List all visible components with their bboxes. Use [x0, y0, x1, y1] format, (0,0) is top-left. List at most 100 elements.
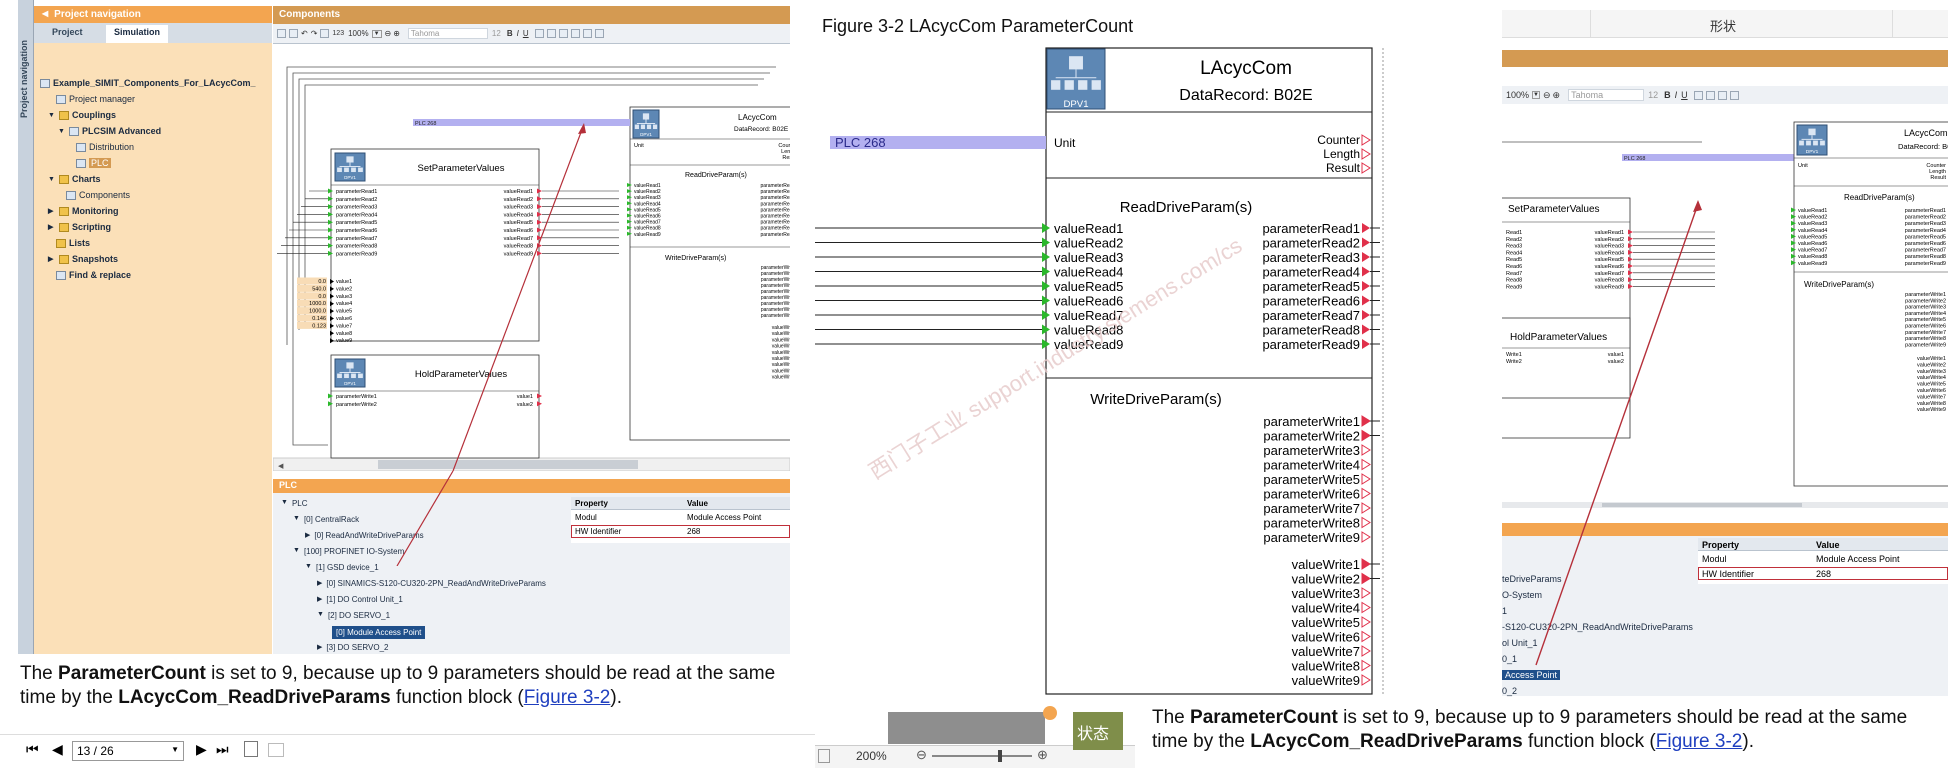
tree-expand-icon[interactable]: ▼	[48, 112, 56, 119]
plc-expand-icon[interactable]: ▶	[317, 595, 322, 604]
plc-expand-icon[interactable]: ▶	[317, 643, 322, 652]
line-style-icon[interactable]	[570, 29, 580, 38]
redo-icon[interactable]: ↷	[311, 29, 318, 38]
right-tree-item[interactable]: -S120-CU320-2PN_ReadAndWriteDriveParams	[1502, 622, 1693, 632]
italic-button[interactable]: I	[517, 29, 519, 38]
right-font-select[interactable]: Tahoma	[1568, 89, 1645, 101]
plc-tag-bar[interactable]	[413, 119, 630, 126]
numbers-icon[interactable]: 123	[332, 30, 344, 37]
orange-badge-icon[interactable]	[1043, 706, 1057, 720]
plc-tree-item[interactable]: ▶ [3] DO SERVO_2	[317, 643, 389, 652]
tree-item[interactable]: Find & replace	[56, 270, 131, 280]
tree-expand-icon[interactable]: ▼	[48, 176, 56, 183]
tree-expand-icon[interactable]: ▶	[48, 207, 56, 215]
right-scroll-thumb[interactable]	[1602, 503, 1802, 507]
plc-tree-item[interactable]: ▼ [0] CentralRack	[293, 515, 359, 524]
caption-right-link-figure[interactable]: Figure 3-2	[1656, 731, 1743, 752]
right-tree-item[interactable]: 0_2	[1502, 686, 1517, 696]
prev-page-button[interactable]: ◀	[52, 741, 63, 758]
right-zoom-in-icon[interactable]: ⊕	[1553, 90, 1561, 101]
right-hold-block[interactable]	[1502, 317, 1631, 399]
right-zoom-select[interactable]: 100%	[1506, 90, 1529, 100]
save-icon[interactable]	[277, 29, 286, 38]
font-name-select[interactable]: Tahoma	[407, 28, 488, 39]
zoom-dropdown-icon[interactable]: ▼	[371, 29, 382, 38]
plc-expand-icon[interactable]: ▶	[317, 579, 322, 588]
plc-tree-item[interactable]: ▶ [0] ReadAndWriteDriveParams	[305, 531, 424, 540]
page-dropdown-icon[interactable]: ▼	[171, 745, 179, 754]
right-tree-item[interactable]: Access Point	[1502, 670, 1561, 680]
zoom-slider-thumb[interactable]	[998, 750, 1002, 762]
caption-link-figure[interactable]: Figure 3-2	[524, 687, 611, 708]
plc-expand-icon[interactable]: ▼	[293, 515, 300, 524]
page-number-field[interactable]: 13 / 26 ▼	[72, 741, 184, 761]
tree-expand-icon[interactable]: ▶	[48, 223, 56, 231]
plc-tree-item[interactable]: ▼ [2] DO SERVO_1	[317, 611, 390, 620]
right-line-icon[interactable]	[1705, 90, 1715, 100]
grid-icon[interactable]	[320, 29, 330, 38]
tree-item[interactable]: Lists	[56, 238, 90, 248]
align-icon[interactable]	[582, 29, 592, 38]
collapse-arrow-icon[interactable]: ◀	[42, 9, 48, 23]
zoom-select[interactable]: 100%	[348, 29, 368, 38]
right-align-icon[interactable]	[1729, 90, 1739, 100]
line-color-icon[interactable]	[546, 29, 556, 38]
plc-expand-icon[interactable]: ▶	[305, 531, 310, 540]
tree-item[interactable]: ▶ Snapshots	[48, 254, 118, 264]
tree-item[interactable]: PLC	[76, 158, 111, 168]
viewer-layout-icon[interactable]	[818, 749, 830, 763]
zoom-in-button[interactable]: ⊕	[1037, 747, 1048, 763]
nav-vertical-strip[interactable]: Project navigation	[18, 0, 34, 654]
fill-color-icon[interactable]	[534, 29, 544, 38]
copy-page-icon[interactable]	[244, 741, 258, 757]
tree-item[interactable]: Components	[66, 190, 130, 200]
right-italic-button[interactable]: I	[1675, 90, 1678, 100]
right-fill-icon[interactable]	[1693, 90, 1703, 100]
right-font-size[interactable]: 12	[1648, 90, 1658, 100]
copy-format-icon[interactable]	[594, 29, 604, 38]
right-tree-item[interactable]: 0_1	[1502, 654, 1517, 664]
print-icon[interactable]	[289, 29, 298, 38]
tab-simulation[interactable]: Simulation	[106, 25, 169, 43]
font-size-select[interactable]: 12	[492, 29, 501, 38]
zoom-out-icon[interactable]: ⊖	[385, 29, 392, 38]
tree-expand-icon[interactable]: ▶	[48, 255, 56, 263]
right-canvas[interactable]: SetParameterValues Read1 valueRead1 Read2 va…	[1502, 104, 1948, 508]
tree-expand-icon[interactable]: ▼	[58, 128, 66, 135]
bold-button[interactable]: B	[507, 29, 513, 38]
zoom-out-button[interactable]: ⊖	[916, 747, 927, 763]
right-tree-item[interactable]: 1	[1502, 606, 1507, 616]
tree-item[interactable]: ▶ Monitoring	[48, 206, 119, 216]
scroll-left-icon[interactable]: ◀	[278, 463, 284, 470]
last-page-button[interactable]: ⏭	[216, 741, 229, 758]
right-text-color-icon[interactable]	[1717, 90, 1727, 100]
plc-tree-item[interactable]: ▶ [1] DO Control Unit_1	[317, 595, 403, 604]
page-view-icon[interactable]	[268, 743, 284, 757]
first-page-button[interactable]: ⏮	[26, 741, 39, 758]
right-zoom-dropdown-icon[interactable]: ▼	[1532, 91, 1540, 99]
right-tree-item[interactable]: O-System	[1502, 590, 1542, 600]
plc-tree-item[interactable]: ▼ [100] PROFINET IO-System	[293, 547, 404, 556]
plc-expand-icon[interactable]: ▼	[317, 611, 324, 620]
canvas-hscroll-thumb[interactable]	[378, 460, 638, 469]
plc-expand-icon[interactable]: ▼	[305, 563, 312, 572]
underline-button[interactable]: U	[523, 29, 529, 38]
viewer-zoom-level[interactable]: 200%	[856, 749, 887, 763]
tab-project[interactable]: Project	[52, 27, 83, 37]
tree-item[interactable]: ▶ Scripting	[48, 222, 111, 232]
right-tree-item[interactable]: ol Unit_1	[1502, 638, 1538, 648]
plc-tree-item[interactable]: [0] Module Access Point	[331, 626, 426, 639]
plc-expand-icon[interactable]: ▼	[293, 547, 300, 556]
tree-item[interactable]: Example_SIMIT_Components_For_LAcycCom_	[40, 78, 256, 88]
plc-tree-item[interactable]: ▶ [0] SINAMICS-S120-CU320-2PN_ReadAndWrit…	[317, 579, 546, 588]
right-underline-button[interactable]: U	[1681, 90, 1688, 100]
next-page-button[interactable]: ▶	[196, 741, 207, 758]
right-tree-item[interactable]: teDriveParams	[1502, 574, 1562, 584]
right-bold-button[interactable]: B	[1664, 90, 1671, 100]
plc-tree-item[interactable]: ▼ [1] GSD device_1	[305, 563, 379, 572]
plc-expand-icon[interactable]: ▼	[281, 499, 288, 508]
tree-item[interactable]: ▼ PLCSIM Advanced	[58, 126, 161, 136]
tree-item[interactable]: ▼ Charts	[48, 174, 101, 184]
zoom-slider[interactable]	[932, 750, 1032, 762]
plc-tree-item[interactable]: ▼ PLC	[281, 499, 308, 508]
